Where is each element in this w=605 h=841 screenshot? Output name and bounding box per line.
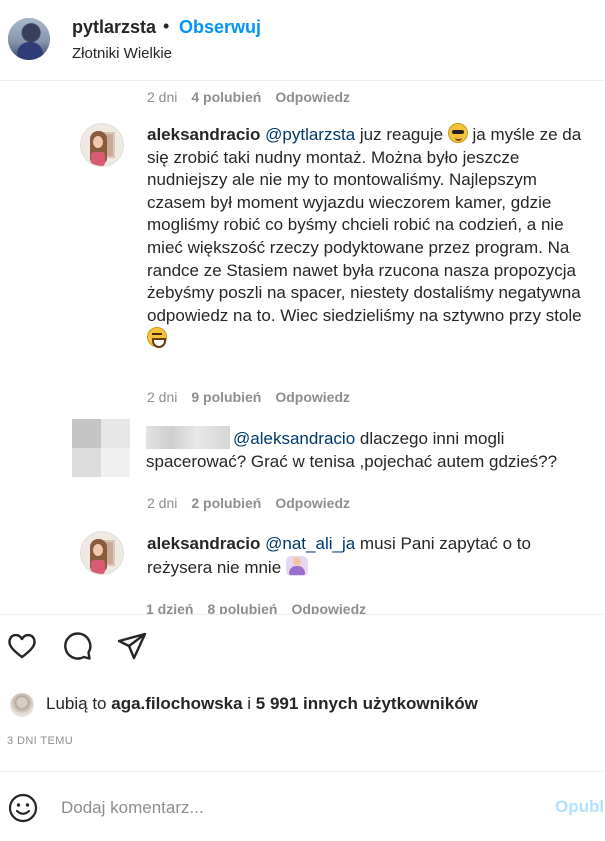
comment-likes[interactable]: 9 polubień: [191, 389, 261, 405]
comments-divider: [0, 614, 605, 615]
post-date[interactable]: 3 DNI TEMU: [7, 735, 73, 747]
comment-mention[interactable]: @pytlarzsta: [265, 125, 355, 144]
share-icon[interactable]: [116, 630, 148, 662]
commenter-avatar[interactable]: [80, 123, 124, 167]
comment-text: @aleksandracio dlaczego inni mogli space…: [146, 426, 591, 473]
emoji-smile-icon[interactable]: [8, 793, 38, 823]
comment-likes[interactable]: 8 polubień: [207, 601, 277, 614]
comment-time[interactable]: 2 dni: [147, 389, 177, 405]
comments-list[interactable]: 2 dni 4 polubień Odpowiedz aleksandracio @…: [0, 81, 605, 614]
comment-mention[interactable]: @nat_ali_ja: [265, 534, 355, 553]
liker-avatar[interactable]: [10, 693, 34, 717]
comment-input[interactable]: [61, 794, 541, 822]
follow-button[interactable]: Obserwuj: [179, 17, 261, 38]
comment-likes[interactable]: 2 polubień: [191, 495, 261, 511]
comment-text: aleksandracio @nat_ali_ja musi Pani zapy…: [147, 533, 592, 579]
comment-text: aleksandracio @pytlarzsta juz reaguje ja…: [147, 123, 592, 351]
comment-time[interactable]: 1 dzień: [146, 601, 193, 614]
heart-icon[interactable]: [6, 630, 38, 662]
author-username[interactable]: pytlarzsta: [72, 17, 156, 38]
comment-body: juz reaguje: [355, 125, 448, 144]
separator-dot: •: [163, 16, 170, 36]
tears-of-joy-emoji-icon: [147, 327, 167, 349]
add-comment-bar: Opublikuj: [0, 772, 605, 841]
liker-username[interactable]: aga.filochowska: [111, 694, 242, 713]
comment-author-blurred[interactable]: [146, 426, 230, 449]
sunglasses-emoji-icon: [447, 123, 468, 143]
reply-button[interactable]: Odpowiedz: [275, 89, 350, 105]
post-header: pytlarzsta • Obserwuj Złotniki Wielkie: [0, 0, 605, 80]
comment-mention[interactable]: @aleksandracio: [233, 429, 355, 448]
comment-meta: 1 dzień 8 polubień Odpowiedz: [146, 601, 380, 614]
reply-button[interactable]: Odpowiedz: [275, 389, 350, 405]
comment-icon[interactable]: [61, 630, 93, 662]
comment-meta: 2 dni 2 polubień Odpowiedz: [147, 495, 364, 511]
comment-author[interactable]: aleksandracio: [147, 125, 260, 144]
likes-count[interactable]: 5 991 innych użytkowników: [256, 694, 478, 713]
author-avatar[interactable]: [8, 18, 50, 60]
comment-body: ja myśle ze da się zrobić taki nudny mon…: [147, 125, 582, 325]
comment-likes[interactable]: 4 polubień: [191, 89, 261, 105]
likes-text: Lubią to aga.filochowska i 5 991 innych …: [46, 694, 478, 714]
reply-button[interactable]: Odpowiedz: [275, 495, 350, 511]
commenter-avatar-blurred[interactable]: [72, 419, 130, 477]
post-location[interactable]: Złotniki Wielkie: [72, 45, 172, 62]
reply-button[interactable]: Odpowiedz: [291, 601, 366, 614]
comment-author[interactable]: aleksandracio: [147, 534, 260, 553]
comment-meta: 2 dni 9 polubień Odpowiedz: [147, 389, 364, 405]
comment-meta: 2 dni 4 polubień Odpowiedz: [147, 89, 364, 105]
comment-time[interactable]: 2 dni: [147, 89, 177, 105]
commenter-avatar[interactable]: [80, 531, 124, 575]
likes-prefix: Lubią to: [46, 694, 112, 713]
person-shrugging-emoji-icon: [285, 555, 308, 576]
likes-connector: i: [242, 694, 256, 713]
action-bar: [0, 630, 605, 674]
comment-time[interactable]: 2 dni: [147, 495, 177, 511]
publish-button[interactable]: Opublikuj: [555, 797, 605, 817]
